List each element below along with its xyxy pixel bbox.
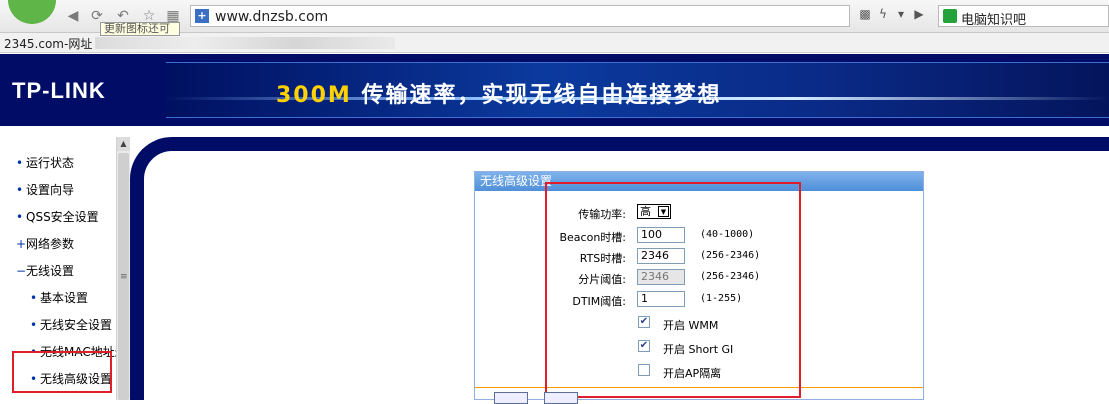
sidebar-item-status[interactable]: • 运行状态 — [16, 154, 74, 171]
scroll-grip-icon: ≡ — [120, 272, 128, 282]
search-engine-icon — [943, 9, 957, 23]
qr-icon[interactable]: ▩ — [856, 7, 874, 21]
router-header: TP-LINK 300M 传输速率，实现无线自由连接梦想 — [0, 54, 1109, 126]
help-button[interactable] — [544, 392, 578, 404]
sidebar-item-qss[interactable]: • QSS安全设置 — [16, 208, 99, 225]
lightning-icon[interactable]: ϟ — [874, 7, 892, 21]
settings-highlight-box — [545, 182, 801, 398]
bookmark-2345[interactable]: 2345.com-网址 — [4, 35, 92, 52]
search-text: 电脑知识吧 — [961, 13, 1027, 28]
sidebar-scrollbar[interactable]: ▲ ≡ — [116, 137, 130, 400]
brand-logo: TP-LINK — [12, 78, 106, 103]
back-icon[interactable]: ◀ — [64, 7, 82, 25]
go-icon[interactable]: ▶ — [910, 7, 928, 21]
address-tools: ▩ ϟ ▾ ▶ — [856, 7, 936, 25]
save-button[interactable] — [494, 392, 528, 404]
tooltip: 更新图标还可 — [100, 22, 180, 36]
bookmarks-bar: 2345.com-网址 — [0, 33, 1109, 53]
sidebar-item-basic[interactable]: • 基本设置 — [30, 289, 88, 306]
banner-accent: 300M — [276, 83, 352, 108]
address-bar[interactable]: + www.dnzsb.com — [190, 5, 850, 27]
dropdown-icon[interactable]: ▾ — [892, 7, 910, 21]
blurred-bookmarks — [95, 37, 395, 49]
scroll-up-icon[interactable]: ▲ — [117, 137, 130, 151]
banner: 300M 传输速率，实现无线自由连接梦想 — [166, 62, 1109, 118]
search-input[interactable]: 电脑知识吧 — [938, 5, 1109, 28]
url-text: www.dnzsb.com — [215, 9, 329, 25]
sidebar-highlight-box — [12, 351, 112, 393]
sidebar-item-wireless-security[interactable]: • 无线安全设置 — [30, 316, 112, 333]
sidebar-item-wizard[interactable]: • 设置向导 — [16, 181, 74, 198]
site-favicon-icon: + — [195, 9, 209, 23]
sidebar-item-wireless[interactable]: −无线设置 — [16, 262, 74, 279]
browser-logo-icon — [8, 0, 56, 24]
banner-slogan: 300M 传输速率，实现无线自由连接梦想 — [276, 77, 722, 109]
banner-text: 传输速率，实现无线自由连接梦想 — [361, 83, 722, 108]
sidebar-item-network[interactable]: +网络参数 — [16, 235, 74, 252]
